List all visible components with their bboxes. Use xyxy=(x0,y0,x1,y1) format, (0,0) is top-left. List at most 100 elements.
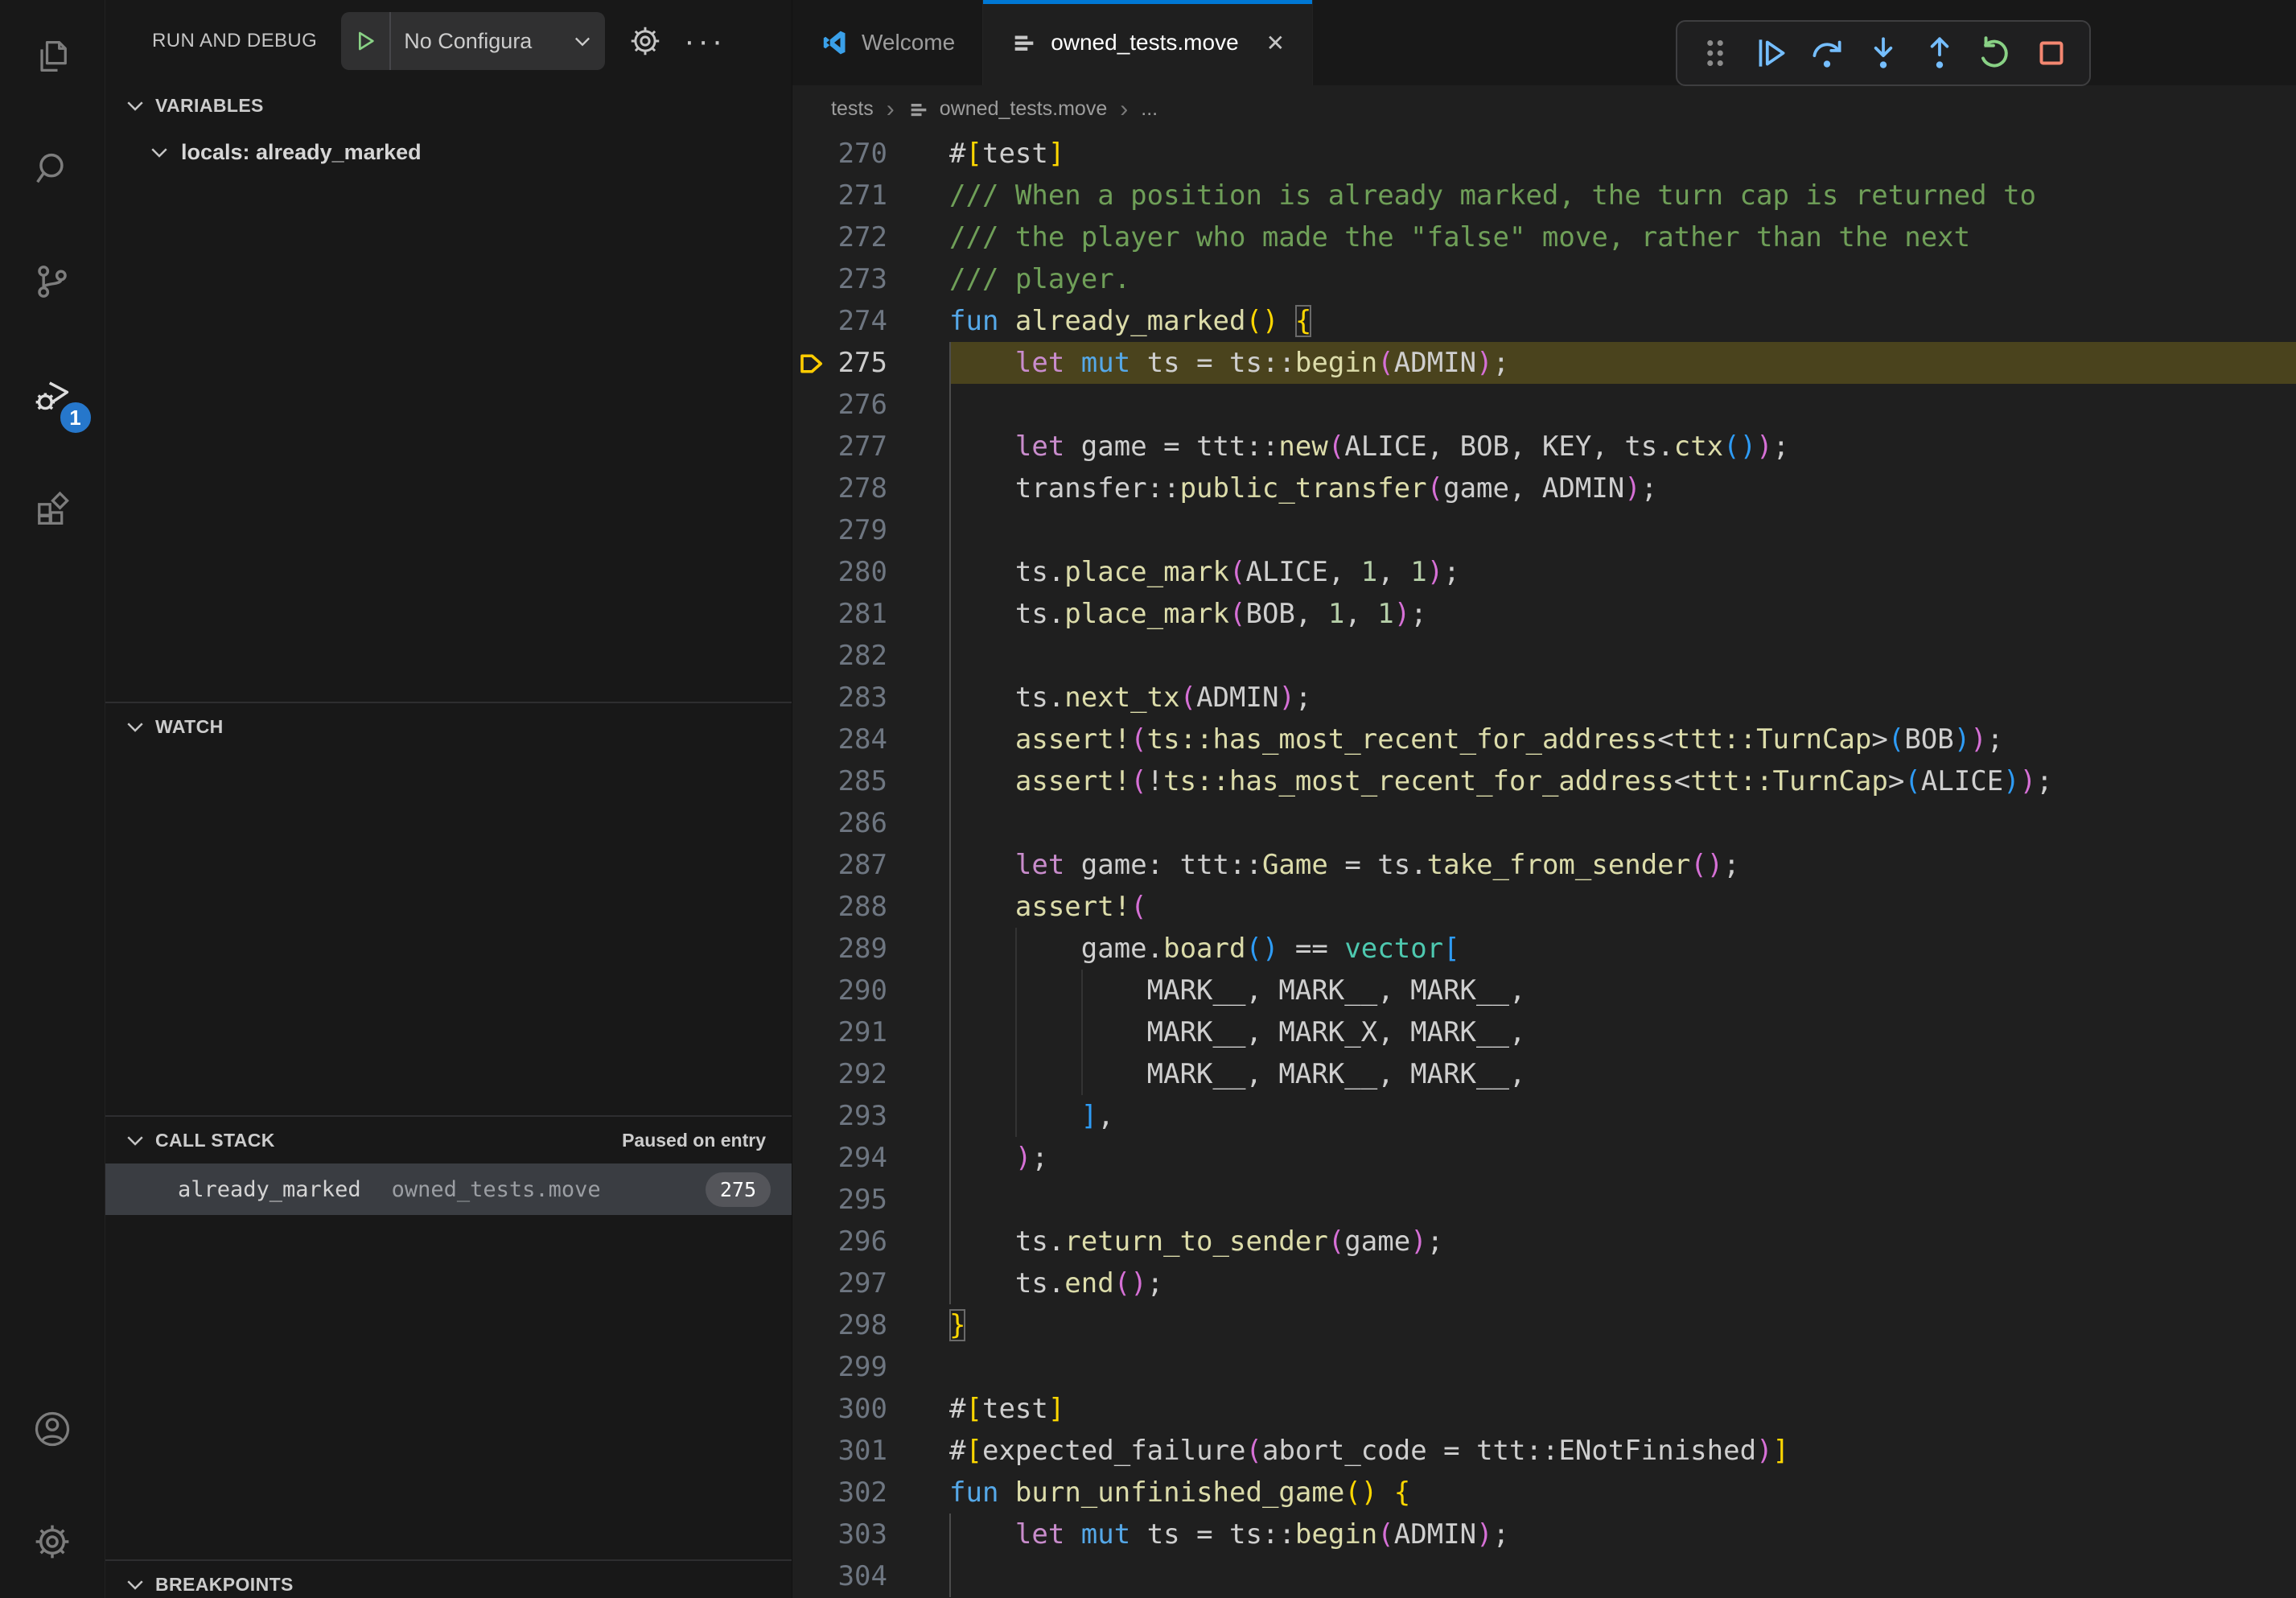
code-line-301[interactable]: 301#[expected_failure(abort_code = ttt::… xyxy=(792,1430,2296,1472)
variables-section-header[interactable]: VARIABLES xyxy=(105,82,792,129)
source-control-icon[interactable] xyxy=(0,225,105,338)
step-into-button[interactable] xyxy=(1863,33,1903,73)
line-number-gutter[interactable]: 302 xyxy=(792,1472,949,1514)
code-line-content[interactable]: let mut ts = ts::begin(ADMIN); xyxy=(949,342,2296,384)
code-line-272[interactable]: 272/// the player who made the "false" m… xyxy=(792,216,2296,258)
code-line-content[interactable]: #[test] xyxy=(949,133,2296,175)
breadcrumb-folder[interactable]: tests xyxy=(831,97,874,121)
step-over-button[interactable] xyxy=(1807,33,1847,73)
code-line-290[interactable]: 290 MARK__, MARK__, MARK__, xyxy=(792,970,2296,1011)
tab-owned-tests[interactable]: owned_tests.move ✕ xyxy=(983,0,1313,85)
line-number-gutter[interactable]: 271 xyxy=(792,175,949,216)
line-number-gutter[interactable]: 289 xyxy=(792,928,949,970)
code-line-content[interactable] xyxy=(949,1555,2296,1597)
code-line-content[interactable]: MARK__, MARK_X, MARK__, xyxy=(949,1011,2296,1053)
run-and-debug-icon[interactable]: 1 xyxy=(0,338,105,451)
line-number-gutter[interactable]: 276 xyxy=(792,384,949,426)
code-line-300[interactable]: 300#[test] xyxy=(792,1388,2296,1430)
code-line-297[interactable]: 297 ts.end(); xyxy=(792,1262,2296,1304)
code-line-content[interactable]: assert!(!ts::has_most_recent_for_address… xyxy=(949,760,2296,802)
line-number-gutter[interactable]: 288 xyxy=(792,886,949,928)
start-debug-icon[interactable] xyxy=(341,12,391,70)
code-line-296[interactable]: 296 ts.return_to_sender(game); xyxy=(792,1221,2296,1262)
code-line-304[interactable]: 304 xyxy=(792,1555,2296,1597)
locals-scope-row[interactable]: locals: already_marked xyxy=(105,129,792,175)
tab-welcome[interactable]: Welcome xyxy=(792,0,983,85)
line-number-gutter[interactable]: 284 xyxy=(792,719,949,760)
code-line-294[interactable]: 294 ); xyxy=(792,1137,2296,1179)
code-line-289[interactable]: 289 game.board() == vector[ xyxy=(792,928,2296,970)
code-line-content[interactable] xyxy=(949,1346,2296,1388)
extensions-icon[interactable] xyxy=(0,451,105,563)
line-number-gutter[interactable]: 299 xyxy=(792,1346,949,1388)
line-number-gutter[interactable]: 273 xyxy=(792,258,949,300)
code-line-302[interactable]: 302fun burn_unfinished_game() { xyxy=(792,1472,2296,1514)
code-line-278[interactable]: 278 transfer::public_transfer(game, ADMI… xyxy=(792,467,2296,509)
line-number-gutter[interactable]: 270 xyxy=(792,133,949,175)
code-line-content[interactable]: MARK__, MARK__, MARK__, xyxy=(949,1053,2296,1095)
line-number-gutter[interactable]: 297 xyxy=(792,1262,949,1304)
code-line-content[interactable]: let game = ttt::new(ALICE, BOB, KEY, ts.… xyxy=(949,426,2296,467)
code-line-content[interactable] xyxy=(949,384,2296,426)
code-line-281[interactable]: 281 ts.place_mark(BOB, 1, 1); xyxy=(792,593,2296,635)
code-line-content[interactable]: /// the player who made the "false" move… xyxy=(949,216,2296,258)
code-line-content[interactable]: fun burn_unfinished_game() { xyxy=(949,1472,2296,1514)
search-icon[interactable] xyxy=(0,113,105,225)
code-line-303[interactable]: 303 let mut ts = ts::begin(ADMIN); xyxy=(792,1514,2296,1555)
code-line-283[interactable]: 283 ts.next_tx(ADMIN); xyxy=(792,677,2296,719)
code-line-286[interactable]: 286 xyxy=(792,802,2296,844)
line-number-gutter[interactable]: 278 xyxy=(792,467,949,509)
code-line-content[interactable]: ts.return_to_sender(game); xyxy=(949,1221,2296,1262)
line-number-gutter[interactable]: 304 xyxy=(792,1555,949,1597)
toolbar-drag-handle[interactable] xyxy=(1695,33,1735,73)
breadcrumb-file[interactable]: owned_tests.move xyxy=(940,97,1107,121)
code-line-content[interactable]: ], xyxy=(949,1095,2296,1137)
debug-settings-gear-icon[interactable] xyxy=(627,23,663,59)
code-line-280[interactable]: 280 ts.place_mark(ALICE, 1, 1); xyxy=(792,551,2296,593)
code-line-content[interactable] xyxy=(949,509,2296,551)
code-line-291[interactable]: 291 MARK__, MARK_X, MARK__, xyxy=(792,1011,2296,1053)
line-number-gutter[interactable]: 277 xyxy=(792,426,949,467)
line-number-gutter[interactable]: 290 xyxy=(792,970,949,1011)
line-number-gutter[interactable]: 275 xyxy=(792,342,949,384)
code-line-279[interactable]: 279 xyxy=(792,509,2296,551)
code-line-content[interactable]: ts.place_mark(ALICE, 1, 1); xyxy=(949,551,2296,593)
code-line-content[interactable] xyxy=(949,802,2296,844)
code-line-content[interactable]: let game: ttt::Game = ts.take_from_sende… xyxy=(949,844,2296,886)
code-line-content[interactable]: let mut ts = ts::begin(ADMIN); xyxy=(949,1514,2296,1555)
code-line-content[interactable] xyxy=(949,635,2296,677)
line-number-gutter[interactable]: 300 xyxy=(792,1388,949,1430)
line-number-gutter[interactable]: 301 xyxy=(792,1430,949,1472)
code-line-content[interactable]: #[test] xyxy=(949,1388,2296,1430)
code-line-content[interactable]: /// player. xyxy=(949,258,2296,300)
code-line-287[interactable]: 287 let game: ttt::Game = ts.take_from_s… xyxy=(792,844,2296,886)
line-number-gutter[interactable]: 286 xyxy=(792,802,949,844)
code-line-content[interactable]: assert!( xyxy=(949,886,2296,928)
breadcrumb-more[interactable]: ... xyxy=(1141,97,1158,121)
line-number-gutter[interactable]: 292 xyxy=(792,1053,949,1095)
code-line-293[interactable]: 293 ], xyxy=(792,1095,2296,1137)
restart-button[interactable] xyxy=(1975,33,2015,73)
code-line-282[interactable]: 282 xyxy=(792,635,2296,677)
line-number-gutter[interactable]: 282 xyxy=(792,635,949,677)
line-number-gutter[interactable]: 274 xyxy=(792,300,949,342)
line-number-gutter[interactable]: 295 xyxy=(792,1179,949,1221)
code-line-content[interactable]: transfer::public_transfer(game, ADMIN); xyxy=(949,467,2296,509)
code-line-content[interactable]: ts.next_tx(ADMIN); xyxy=(949,677,2296,719)
line-number-gutter[interactable]: 279 xyxy=(792,509,949,551)
code-line-content[interactable]: assert!(ts::has_most_recent_for_address<… xyxy=(949,719,2296,760)
code-line-274[interactable]: 274fun already_marked() { xyxy=(792,300,2296,342)
code-line-275[interactable]: 275 let mut ts = ts::begin(ADMIN); xyxy=(792,342,2296,384)
code-line-content[interactable]: ts.place_mark(BOB, 1, 1); xyxy=(949,593,2296,635)
line-number-gutter[interactable]: 281 xyxy=(792,593,949,635)
step-out-button[interactable] xyxy=(1920,33,1960,73)
explorer-icon[interactable] xyxy=(0,0,105,113)
code-line-295[interactable]: 295 xyxy=(792,1179,2296,1221)
code-line-277[interactable]: 277 let game = ttt::new(ALICE, BOB, KEY,… xyxy=(792,426,2296,467)
line-number-gutter[interactable]: 291 xyxy=(792,1011,949,1053)
code-line-content[interactable]: ts.end(); xyxy=(949,1262,2296,1304)
code-line-content[interactable]: } xyxy=(949,1304,2296,1346)
code-line-271[interactable]: 271/// When a position is already marked… xyxy=(792,175,2296,216)
breakpoints-section-header[interactable]: BREAKPOINTS xyxy=(105,1561,792,1598)
debug-config-dropdown[interactable]: No Configura xyxy=(341,12,605,70)
